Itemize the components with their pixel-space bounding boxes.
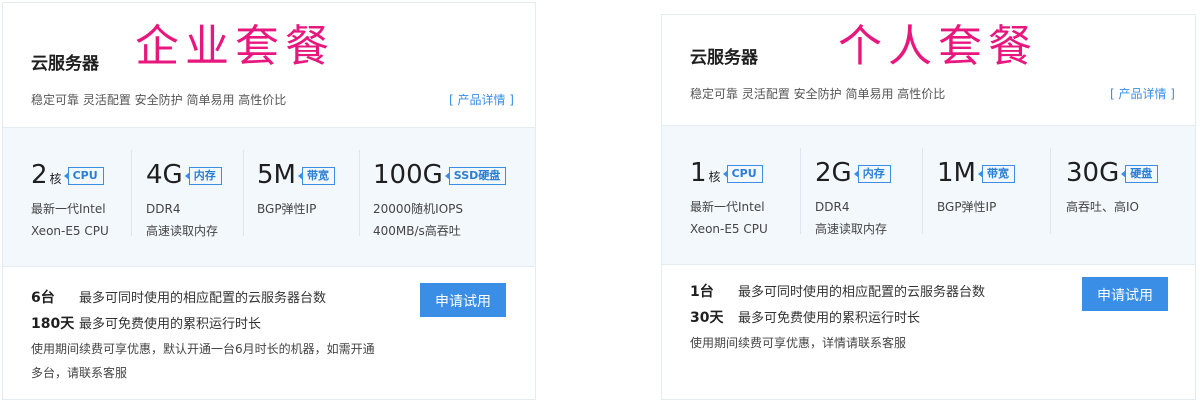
spec-bandwidth: 1M 带宽 BGP弹性IP <box>937 126 1047 264</box>
spec-memory: 4G 内存 DDR4 高速读取内存 <box>146 128 246 266</box>
note-line: 多台，请联系客服 <box>31 366 128 380</box>
divider <box>800 148 801 234</box>
machine-count-row: 1台 最多可同时使用的相应配置的云服务器台数 <box>690 281 985 301</box>
spec-badge: SSD硬盘 <box>444 167 507 185</box>
divider <box>922 148 923 234</box>
apply-trial-button[interactable]: 申请试用 <box>420 283 506 317</box>
spec-disk: 30G 硬盘 高吞吐、高IO <box>1066 126 1186 264</box>
spec-badge: 内存 <box>184 167 222 185</box>
trial-days-value: 180天 <box>31 316 75 332</box>
spec-value: 5M <box>257 160 296 190</box>
spec-badge: 硬盘 <box>1121 165 1159 183</box>
spec-value: 30G <box>1066 158 1120 188</box>
spec-unit: 核 <box>708 170 721 184</box>
spec-desc-line: 高吞吐、高IO <box>1066 200 1139 214</box>
plan-header: 云服务器 个人套餐 稳定可靠 灵活配置 安全防护 简单易用 高性价比 [ 产品详… <box>662 15 1195 125</box>
spec-unit: 核 <box>49 172 62 186</box>
product-tagline: 稳定可靠 灵活配置 安全防护 简单易用 高性价比 <box>690 87 946 101</box>
spec-value: 4G <box>146 160 183 190</box>
enterprise-plan-card: 云服务器 企业套餐 稳定可靠 灵活配置 安全防护 简单易用 高性价比 [ 产品详… <box>2 2 536 400</box>
spec-value: 1 <box>690 158 707 188</box>
spec-desc-line: DDR4 <box>815 200 850 214</box>
product-tagline: 稳定可靠 灵活配置 安全防护 简单易用 高性价比 <box>31 93 287 107</box>
trial-days-desc: 最多可免费使用的累积运行时长 <box>79 317 262 332</box>
spec-desc-line: BGP弹性IP <box>257 202 317 216</box>
trial-days-desc: 最多可免费使用的累积运行时长 <box>738 311 921 326</box>
spec-desc-line: Xeon-E5 CPU <box>690 222 768 236</box>
machine-count-desc: 最多可同时使用的相应配置的云服务器台数 <box>79 291 327 306</box>
spec-panel: 1 核 CPU 最新一代Intel Xeon-E5 CPU 2G 内存 DDR4 高速读取… <box>662 125 1195 265</box>
product-details-link[interactable]: [ 产品详情 ] <box>1110 85 1175 102</box>
spec-value: 100G <box>373 160 443 190</box>
spec-desc-line: 最新一代Intel <box>690 200 765 214</box>
spec-cpu: 1 核 CPU 最新一代Intel Xeon-E5 CPU <box>690 126 800 264</box>
machine-count-row: 6台 最多可同时使用的相应配置的云服务器台数 <box>31 287 326 307</box>
spec-disk: 100G SSD硬盘 20000随机IOPS 400MB/s高吞吐 <box>373 128 523 266</box>
plan-header: 云服务器 企业套餐 稳定可靠 灵活配置 安全防护 简单易用 高性价比 [ 产品详… <box>3 3 535 127</box>
spec-desc-line: 400MB/s高吞吐 <box>373 224 461 238</box>
divider <box>359 150 360 236</box>
spec-desc-line: 20000随机IOPS <box>373 202 464 216</box>
divider <box>243 150 244 236</box>
spec-value: 1M <box>937 158 976 188</box>
trial-days-row: 180天 最多可免费使用的累积运行时长 <box>31 313 261 333</box>
machine-count-value: 6台 <box>31 290 55 306</box>
spec-desc-line: BGP弹性IP <box>937 200 997 214</box>
plan-promo-title: 个人套餐 <box>838 21 1038 72</box>
note-line: 使用期间续费可享优惠，默认开通一台6月时长的机器，如需开通 <box>31 342 375 356</box>
spec-cpu: 2 核 CPU 最新一代Intel Xeon-E5 CPU <box>31 128 131 266</box>
spec-badge: 内存 <box>853 165 891 183</box>
spec-desc-line: 高速读取内存 <box>815 222 888 236</box>
spec-panel: 2 核 CPU 最新一代Intel Xeon-E5 CPU 4G 内存 DDR4 高速读取… <box>3 127 535 267</box>
spec-badge: 带宽 <box>977 165 1015 183</box>
divider <box>131 150 132 236</box>
spec-value: 2G <box>815 158 852 188</box>
product-details-link[interactable]: [ 产品详情 ] <box>449 91 514 108</box>
spec-desc-line: 最新一代Intel <box>31 202 106 216</box>
machine-count-desc: 最多可同时使用的相应配置的云服务器台数 <box>738 285 986 300</box>
renewal-note: 使用期间续费可享优惠，默认开通一台6月时长的机器，如需开通 多台，请联系客服 <box>31 337 375 385</box>
renewal-note: 使用期间续费可享优惠，详情请联系客服 <box>690 331 906 355</box>
divider <box>1050 148 1051 234</box>
machine-count-value: 1台 <box>690 284 714 300</box>
personal-plan-card: 云服务器 个人套餐 稳定可靠 灵活配置 安全防护 简单易用 高性价比 [ 产品详… <box>661 14 1196 400</box>
trial-days-value: 30天 <box>690 310 724 326</box>
product-title: 云服务器 <box>690 48 758 68</box>
spec-badge: 带宽 <box>297 167 335 185</box>
spec-badge: CPU <box>63 167 104 185</box>
spec-desc-line: DDR4 <box>146 202 181 216</box>
note-line: 使用期间续费可享优惠，详情请联系客服 <box>690 336 907 350</box>
spec-desc-line: Xeon-E5 CPU <box>31 224 109 238</box>
spec-bandwidth: 5M 带宽 BGP弹性IP <box>257 128 357 266</box>
spec-memory: 2G 内存 DDR4 高速读取内存 <box>815 126 925 264</box>
apply-trial-button[interactable]: 申请试用 <box>1082 277 1168 311</box>
spec-badge: CPU <box>722 165 763 183</box>
plan-promo-title: 企业套餐 <box>135 21 335 72</box>
product-title: 云服务器 <box>31 54 99 74</box>
spec-desc-line: 高速读取内存 <box>146 224 219 238</box>
trial-days-row: 30天 最多可免费使用的累积运行时长 <box>690 307 920 327</box>
spec-value: 2 <box>31 160 48 190</box>
